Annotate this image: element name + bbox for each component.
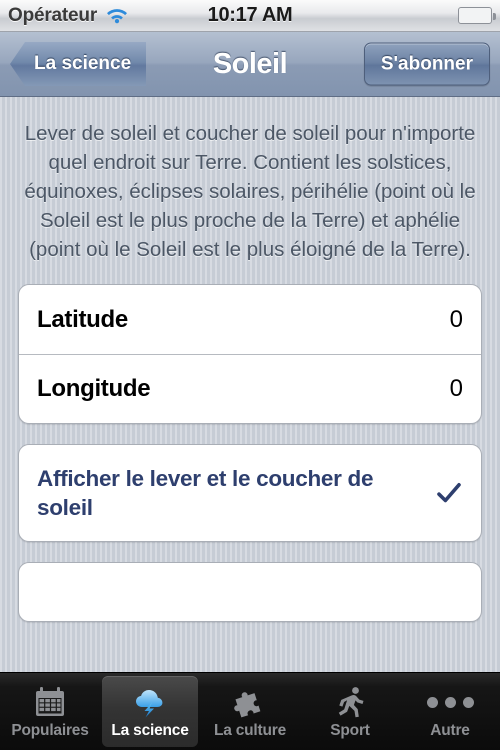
tab-la-culture-label: La culture [213, 722, 287, 739]
show-sunrise-sunset-label: Afficher le lever et le coucher de solei… [37, 466, 374, 520]
check-icon [435, 479, 463, 507]
tab-la-science[interactable]: La science [102, 676, 198, 747]
cloud-lightning-icon [131, 685, 169, 719]
coordinates-card: Latitude 0 Longitude 0 [18, 284, 482, 424]
puzzle-piece-icon [231, 685, 269, 719]
subscribe-button[interactable]: S'abonner [363, 42, 490, 86]
longitude-row[interactable]: Longitude 0 [19, 354, 481, 423]
longitude-label: Longitude [37, 375, 151, 402]
latitude-value[interactable]: 0 [450, 306, 463, 334]
longitude-value[interactable]: 0 [450, 375, 463, 403]
tab-sport[interactable]: Sport [302, 676, 398, 747]
page-title: Soleil [212, 47, 288, 80]
tab-la-culture[interactable]: La culture [202, 676, 298, 747]
battery-icon [458, 7, 496, 24]
latitude-row[interactable]: Latitude 0 [19, 285, 481, 354]
tab-la-science-label: La science [111, 722, 189, 739]
description-text: Lever de soleil et coucher de soleil pou… [24, 122, 476, 261]
subscribe-button-label: S'abonner [380, 53, 473, 74]
ellipsis-icon [426, 685, 474, 719]
tab-populaires[interactable]: Populaires [2, 676, 98, 747]
next-card-partial[interactable] [18, 562, 482, 622]
content-area: Lever de soleil et coucher de soleil pou… [0, 97, 500, 672]
status-bar: Opérateur 10:17 AM [0, 0, 500, 32]
tab-populaires-label: Populaires [11, 722, 89, 739]
back-button-label: La science [34, 53, 132, 74]
latitude-label: Latitude [37, 305, 128, 333]
show-sunrise-sunset-row[interactable]: Afficher le lever et le coucher de solei… [19, 445, 481, 541]
tab-autre[interactable]: Autre [402, 676, 498, 747]
back-button[interactable]: La science [10, 42, 147, 86]
carrier-label: Opérateur [8, 4, 98, 26]
running-person-icon [331, 685, 369, 719]
navigation-bar: La science Soleil S'abonner [0, 32, 500, 97]
tab-bar: Populaires La science La culture Sport A… [0, 672, 500, 750]
show-sunrise-sunset-card: Afficher le lever et le coucher de solei… [18, 444, 482, 542]
tab-sport-label: Sport [330, 722, 370, 739]
wifi-icon [97, 7, 129, 25]
tab-autre-label: Autre [430, 722, 470, 739]
calendar-icon [31, 685, 69, 719]
